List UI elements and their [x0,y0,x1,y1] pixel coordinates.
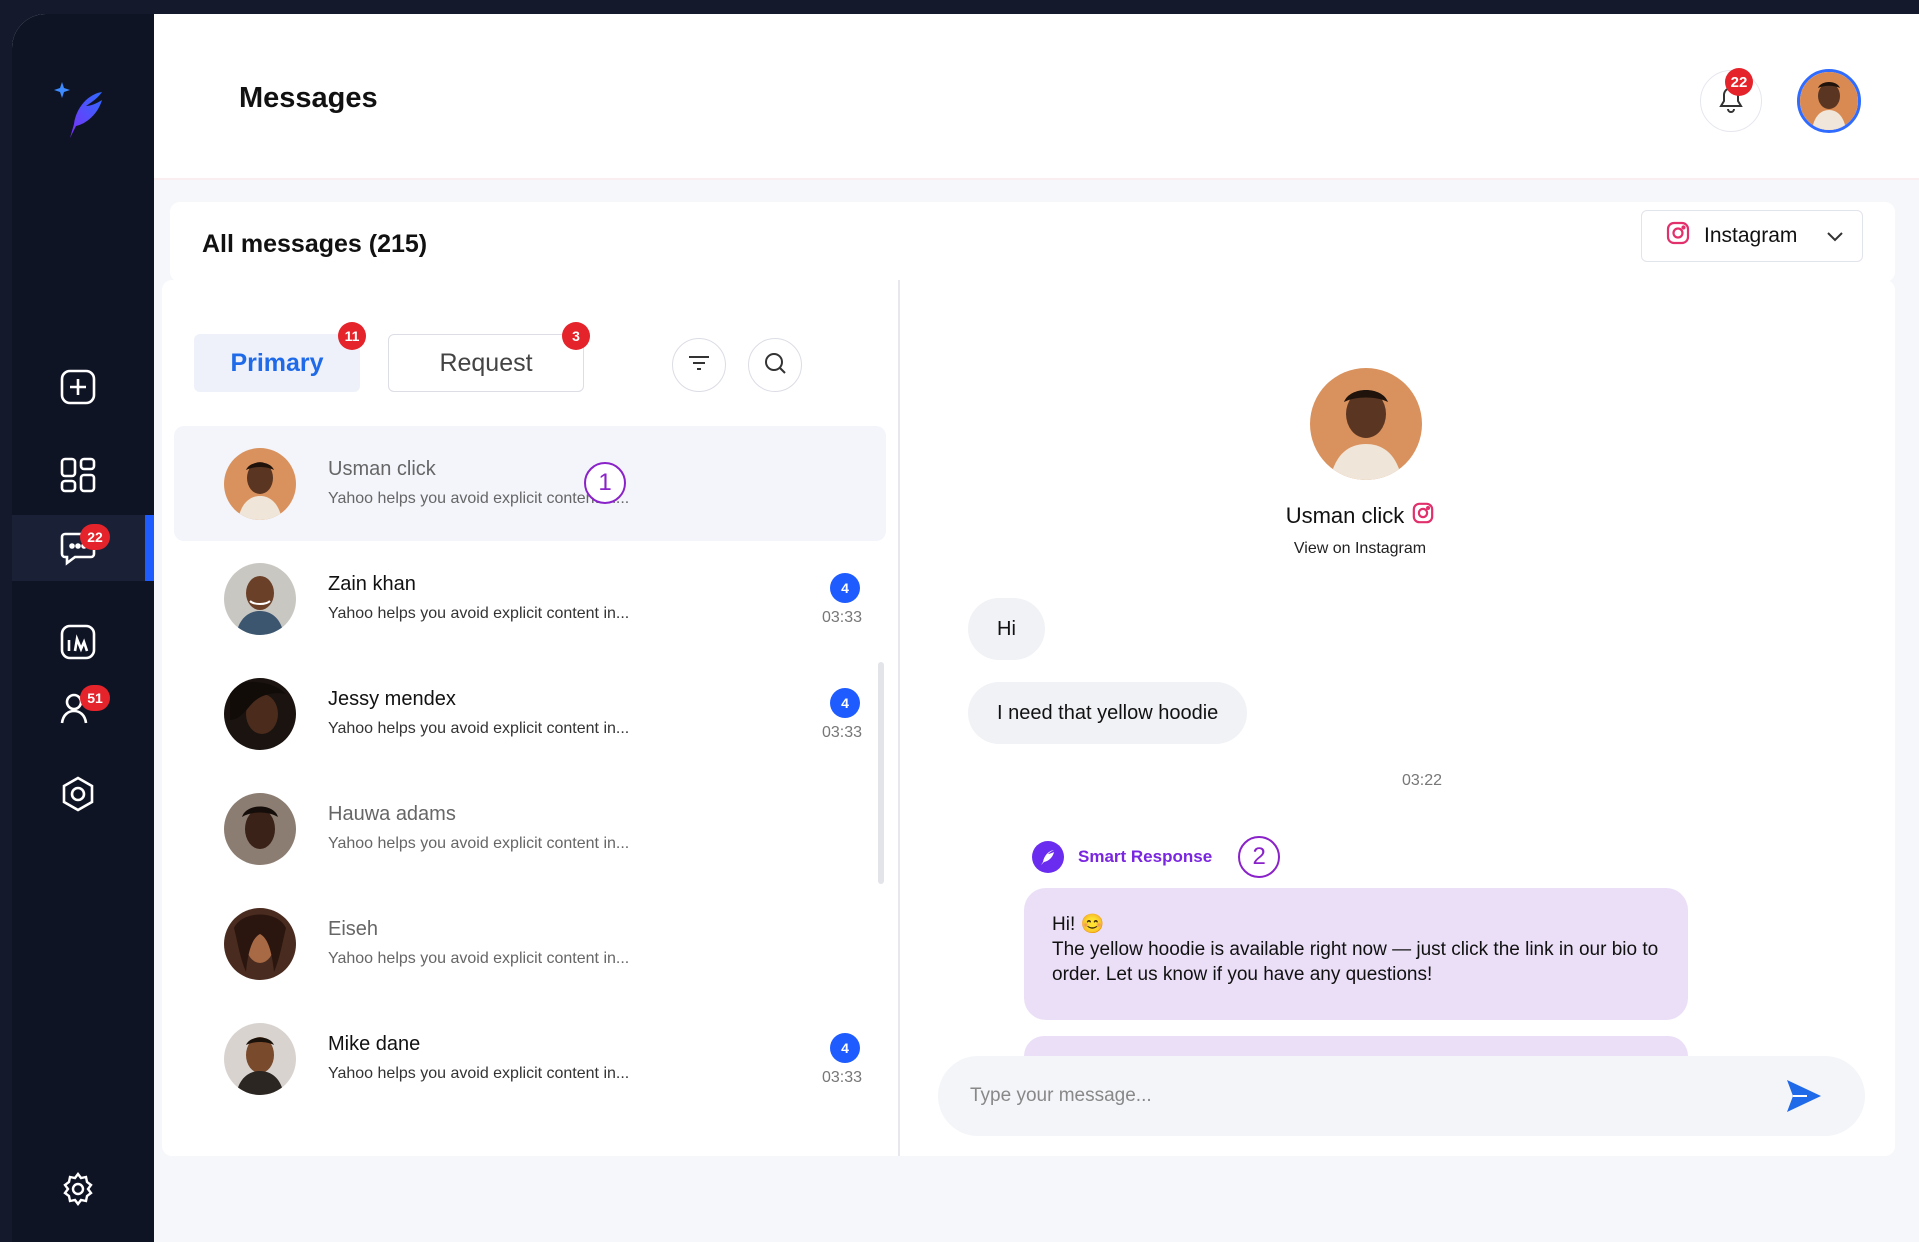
chat-icon: 22 [56,524,110,570]
conversation-item[interactable]: Hauwa adams Yahoo helps you avoid explic… [174,771,886,886]
tab-primary-badge: 11 [338,322,366,350]
instagram-icon [1412,502,1434,530]
search-button[interactable] [748,338,802,392]
message-time: 03:33 [822,609,863,626]
smart-response-message-partial [1024,1036,1688,1056]
nav-messages[interactable]: 22 [12,515,154,581]
user-avatar[interactable] [1797,69,1861,133]
contact-avatar [224,563,296,635]
chat-pane: Usman click View on Instagram Hi I need … [900,280,1895,1156]
contact-name: Hauwa adams [328,803,456,825]
annotation-marker: 2 [1238,836,1281,878]
messages-panel: Primary 11 Request 3 Usman click Yahoo h… [162,280,1895,1156]
message-preview: Yahoo helps you avoid explicit content i… [328,950,630,967]
message-preview: Yahoo helps you avoid explicit content i… [328,490,630,507]
search-icon [763,351,787,380]
all-messages-heading: All messages (215) [202,230,428,258]
plus-square-icon [56,365,100,409]
contact-name: Zain khan [328,573,416,595]
nav-dashboard[interactable] [12,442,154,508]
conversation-item[interactable]: Eiseh Yahoo helps you avoid explicit con… [174,886,886,1001]
tab-request-badge: 3 [562,322,590,350]
top-bar: Messages 22 [154,14,1919,180]
incoming-message: Hi [968,598,1045,660]
nav-analytics[interactable] [12,609,154,675]
contact-name: Usman click [328,458,436,480]
unread-count-badge: 4 [830,688,860,718]
view-on-instagram-link[interactable]: View on Instagram [900,540,1820,558]
smart-response-icon [1032,841,1064,873]
message-preview: Yahoo helps you avoid explicit content i… [328,1065,630,1082]
message-text: Hi [997,617,1016,640]
platform-select[interactable]: Instagram [1641,210,1863,262]
users-icon: 51 [56,685,110,731]
nav-automation[interactable] [12,761,154,827]
unread-count-badge: 4 [830,573,860,603]
tab-primary-label: Primary [230,348,324,377]
incoming-message: I need that yellow hoodie [968,682,1248,744]
message-preview: Yahoo helps you avoid explicit content i… [328,605,630,622]
smart-response-text: The yellow hoodie is available right now… [1052,939,1659,985]
filter-icon [687,353,711,378]
page-title: Messages [239,82,378,114]
unread-count-badge: 4 [830,1033,860,1063]
message-input[interactable] [970,1085,1750,1107]
contact-avatar [224,793,296,865]
message-text: I need that yellow hoodie [997,701,1219,724]
message-preview: Yahoo helps you avoid explicit content i… [328,720,630,737]
logo-icon[interactable] [52,72,116,142]
analytics-icon [56,620,100,664]
contacts-badge: 51 [80,685,110,711]
send-icon[interactable] [1785,1078,1823,1114]
message-composer [938,1056,1865,1136]
conversation-item[interactable]: Jessy mendex Yahoo helps you avoid expli… [174,656,886,771]
chat-contact-avatar [1310,368,1422,480]
contact-avatar [224,448,296,520]
message-time: 03:22 [1401,772,1442,789]
message-time: 03:33 [822,1069,863,1086]
gear-icon [56,1167,100,1211]
message-time: 03:33 [822,724,863,741]
chat-contact-name-row: Usman click [900,502,1820,530]
notifications-badge: 22 [1725,68,1753,96]
tab-primary[interactable]: Primary [194,334,360,392]
tab-request[interactable]: Request [388,334,584,392]
nav-create[interactable] [12,354,154,420]
filter-button[interactable] [672,338,726,392]
contact-name: Mike dane [328,1033,421,1055]
smart-response-header: Smart Response 2 [1032,836,1281,878]
sidebar: 22 51 [12,14,154,1242]
contact-name: Jessy mendex [328,688,456,710]
messages-badge: 22 [80,524,110,550]
conversation-item[interactable]: Zain khan Yahoo helps you avoid explicit… [174,541,886,656]
list-scrollbar[interactable] [878,662,884,884]
smart-response-label: Smart Response [1078,847,1213,866]
instagram-icon [1666,221,1690,251]
contact-avatar [224,678,296,750]
chat-contact-name: Usman click [1285,503,1405,528]
conversation-list: Usman click Yahoo helps you avoid explic… [174,426,886,1116]
dashboard-grid-icon [56,453,100,497]
smart-response-message[interactable]: Hi! 😊 The yellow hoodie is available rig… [1024,888,1688,1020]
nav-contacts[interactable]: 51 [12,676,154,742]
conversation-item[interactable]: Mike dane Yahoo helps you avoid explicit… [174,1001,886,1116]
nav-settings[interactable] [12,1156,154,1222]
messages-header: All messages (215) Instagram [170,202,1895,282]
contact-name: Eiseh [328,918,379,940]
tab-request-label: Request [439,348,533,377]
contact-avatar [224,1023,296,1095]
contact-avatar [224,908,296,980]
message-preview: Yahoo helps you avoid explicit content i… [328,835,630,852]
conversation-item[interactable]: Usman click Yahoo helps you avoid explic… [174,426,886,541]
smart-response-greeting: Hi! 😊 [1052,914,1105,935]
annotation-marker: 1 [584,462,626,504]
chevron-down-icon [1826,224,1844,248]
app-frame: 22 51 Messages 22 All messages (215) Ins… [12,14,1919,1242]
platform-label: Instagram [1704,224,1798,247]
hexagon-settings-icon [56,772,100,816]
